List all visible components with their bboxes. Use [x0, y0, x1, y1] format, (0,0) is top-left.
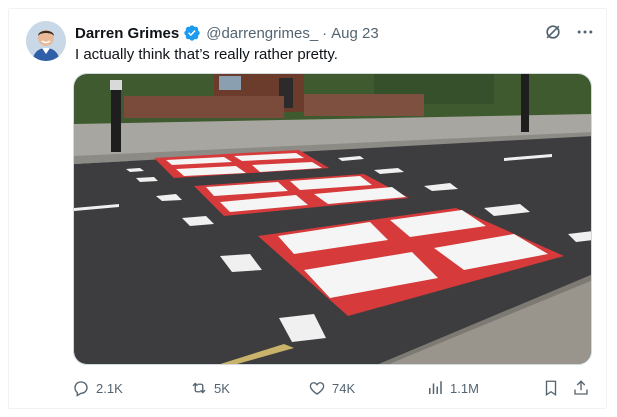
reply-button[interactable]: 2.1K: [72, 379, 123, 397]
avatar-image: [26, 21, 66, 61]
avatar[interactable]: [26, 21, 66, 61]
views-chart-icon: [429, 381, 442, 394]
verified-badge-icon[interactable]: [183, 24, 201, 42]
views-count: 1.1M: [450, 380, 479, 396]
bookmark-button[interactable]: [542, 379, 566, 397]
tweet-actions: 2.1K 5K 74K 1.1M: [72, 379, 592, 403]
reply-count: 2.1K: [96, 380, 123, 396]
handle[interactable]: @darrengrimes_: [206, 25, 318, 42]
road-crossing-photo: [74, 74, 591, 364]
separator-dot: ·: [322, 24, 328, 42]
timestamp[interactable]: Aug 23: [331, 25, 379, 42]
bookmark-icon: [545, 380, 557, 397]
tweet-header: Darren Grimes @darrengrimes_ · Aug 23: [75, 23, 379, 43]
tweet-card[interactable]: Darren Grimes @darrengrimes_ · Aug 23 I …: [0, 0, 617, 417]
display-name[interactable]: Darren Grimes: [75, 25, 179, 42]
tweet-text: I actually think that’s really rather pr…: [75, 46, 338, 63]
tweet-media-photo[interactable]: [73, 73, 592, 365]
like-count: 74K: [332, 380, 356, 396]
reply-icon: [74, 381, 88, 397]
repost-icon: [192, 382, 206, 394]
share-button[interactable]: [572, 379, 596, 397]
like-button[interactable]: 74K: [308, 379, 355, 397]
tweet-top-icons: [543, 22, 595, 42]
share-icon: [574, 380, 588, 395]
views-button[interactable]: 1.1M: [426, 379, 479, 397]
repost-button[interactable]: 5K: [190, 379, 230, 397]
heart-icon: [309, 382, 325, 395]
more-icon[interactable]: [575, 22, 595, 42]
repost-count: 5K: [214, 380, 230, 396]
grok-icon[interactable]: [543, 22, 563, 42]
